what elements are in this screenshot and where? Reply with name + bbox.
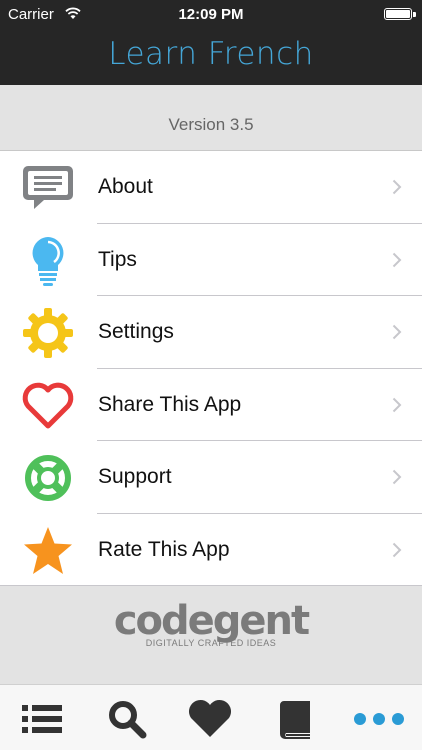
tab-favorites[interactable]: [186, 697, 236, 741]
version-header: Version 3.5: [0, 85, 422, 151]
menu-item-label: Support: [98, 465, 172, 488]
status-bar: Carrier 12:09 PM: [0, 0, 422, 28]
menu-item-support[interactable]: Support: [0, 441, 422, 514]
chevron-right-icon: [392, 324, 402, 340]
search-icon: [109, 701, 147, 739]
gear-icon: [23, 308, 73, 358]
version-label: Version 3.5: [168, 115, 254, 134]
chevron-right-icon: [392, 179, 402, 195]
star-icon: [24, 526, 72, 574]
speech-bubble-icon: [23, 166, 73, 209]
menu-item-settings[interactable]: Settings: [0, 296, 422, 369]
tab-more[interactable]: [352, 697, 404, 741]
menu-item-label: Settings: [98, 320, 174, 343]
chevron-right-icon: [392, 542, 402, 557]
menu-item-rate[interactable]: Rate This App: [0, 513, 422, 586]
codegent-logo[interactable]: codegent DIGITALLY CRAFTED IDEAS: [0, 598, 422, 648]
book-icon: [280, 701, 310, 739]
menu-item-label: About: [98, 175, 153, 198]
tab-bar: [0, 684, 422, 750]
tab-list[interactable]: [18, 697, 68, 741]
menu-item-share[interactable]: Share This App: [0, 368, 422, 441]
tab-search[interactable]: [103, 697, 153, 741]
more-icon: [354, 713, 404, 725]
heart-icon: [188, 699, 232, 737]
chevron-right-icon: [392, 397, 402, 412]
footer-branding: codegent DIGITALLY CRAFTED IDEAS: [0, 586, 422, 684]
menu-item-label: Rate This App: [98, 537, 230, 561]
lifebuoy-icon: [25, 455, 71, 501]
chevron-right-icon: [392, 252, 402, 267]
chevron-right-icon: [392, 469, 402, 485]
nav-bar: Learn French: [0, 28, 422, 85]
menu-item-label: Tips: [98, 247, 137, 271]
page-title: Learn French: [108, 36, 314, 72]
menu-item-tips[interactable]: Tips: [0, 223, 422, 296]
logo-tagline: DIGITALLY CRAFTED IDEAS: [145, 638, 277, 648]
status-time: 12:09 PM: [178, 6, 244, 23]
menu-item-about[interactable]: About: [0, 151, 422, 224]
menu-item-label: Share This App: [98, 392, 242, 416]
lightbulb-icon: [32, 236, 64, 286]
menu-list: About Tips Settings Share This App Suppo…: [0, 151, 422, 586]
battery-icon: [384, 8, 416, 20]
tab-book[interactable]: [272, 697, 322, 741]
heart-icon: [22, 382, 74, 428]
list-icon: [22, 705, 62, 733]
